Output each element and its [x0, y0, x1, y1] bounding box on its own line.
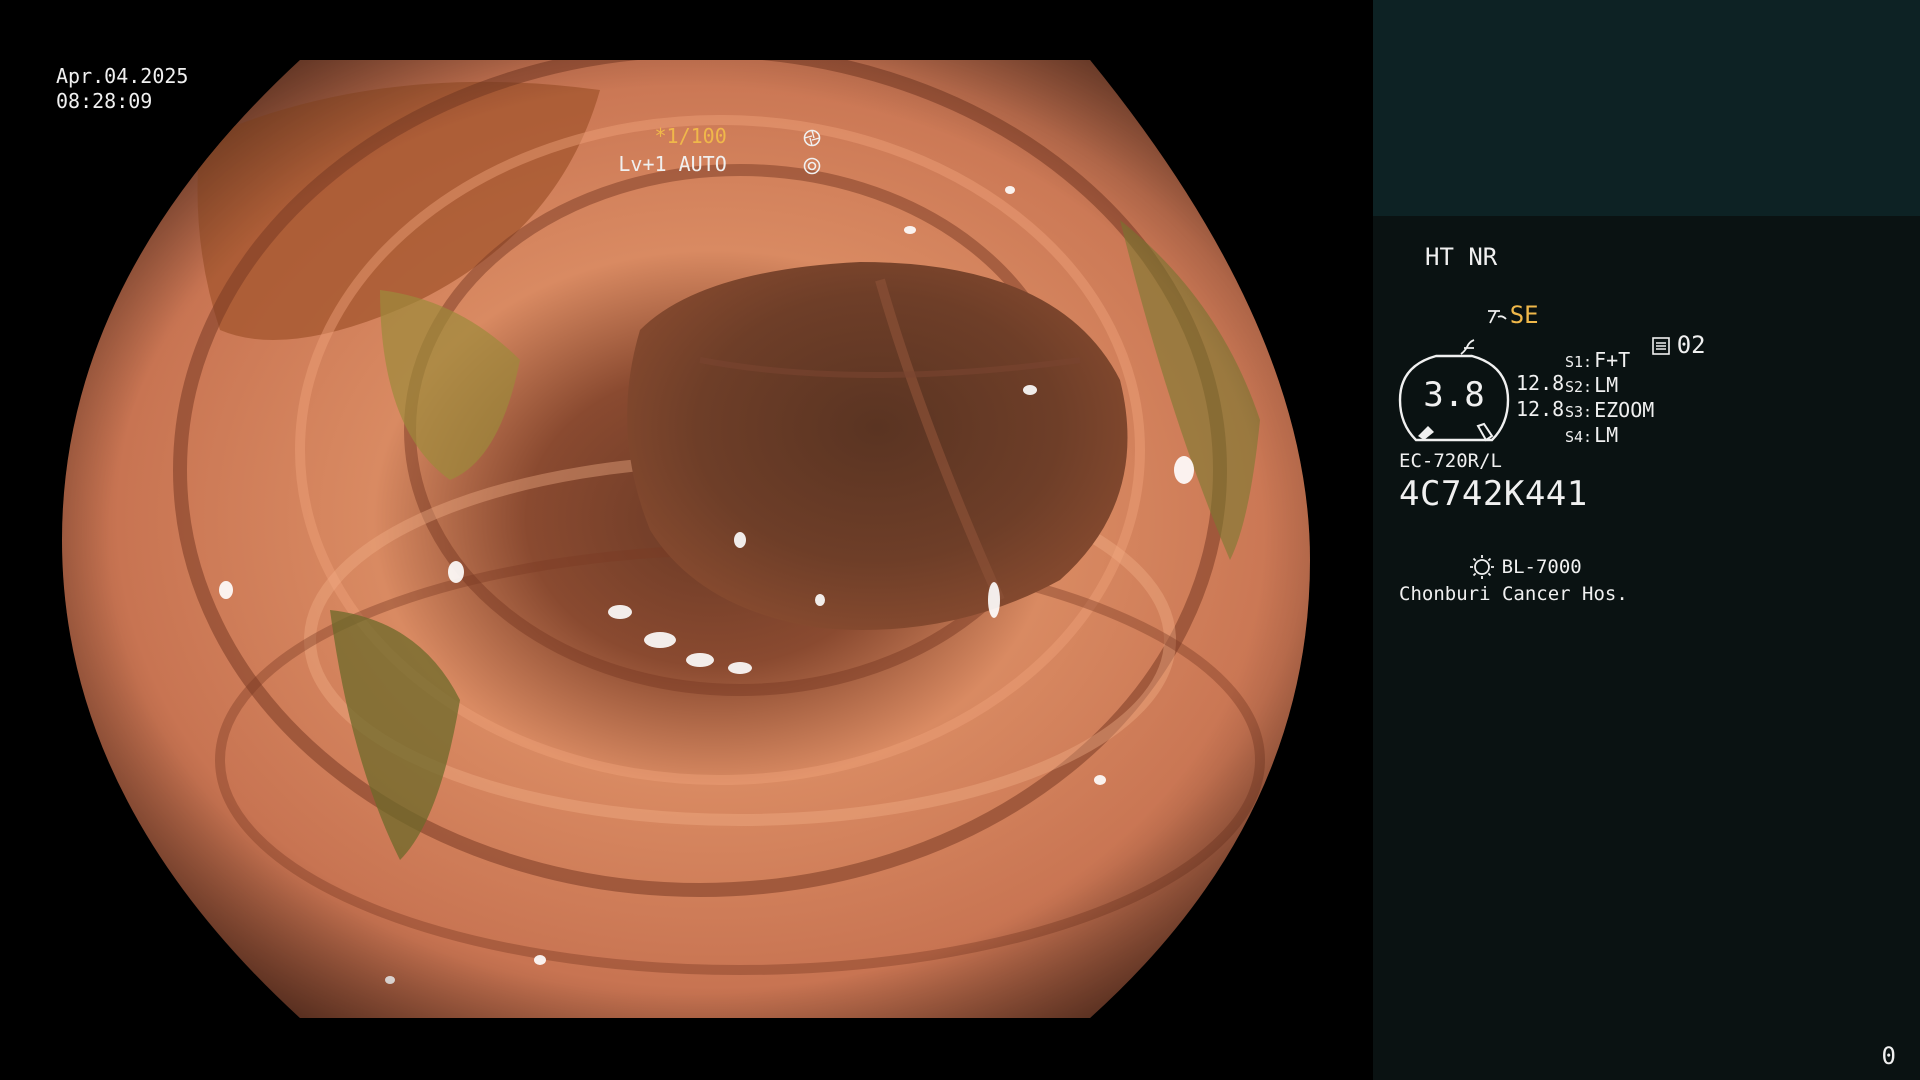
switch-s1-value: F+T [1594, 348, 1631, 372]
hospital-name: Chonburi Cancer Hos. [1399, 583, 1628, 605]
zoom-level: 02 [1676, 331, 1706, 359]
enhance-value-1: 12.8 [1516, 371, 1565, 395]
exam-date: Apr.04.2025 [56, 64, 189, 88]
switch-s4: S4: LM [1565, 423, 1618, 447]
switch-s3-key: S3: [1565, 403, 1593, 421]
iris-indicator: Lv+1 AUTO [618, 127, 821, 202]
endoscope-video-area: Apr.04.2025 08:28:09 *1/100 Lv+1 AUTO [0, 0, 1373, 1080]
frame-counter: 0 [1881, 1042, 1896, 1070]
iris-level: Lv+1 AUTO [618, 152, 727, 176]
info-panel: HT NR SE 02 3.8 12.8 12.8 S1: F+T S2: LM… [1373, 0, 1920, 1080]
switch-s3: S3: EZOOM [1565, 398, 1654, 422]
switch-s1-key: S1: [1565, 353, 1593, 371]
switch-s1: S1: F+T [1565, 348, 1630, 372]
light-source-model: BL-7000 [1501, 556, 1582, 578]
switch-s3-value: EZOOM [1594, 398, 1655, 422]
switch-s2: S2: LM [1565, 373, 1618, 397]
exam-time: 08:28:09 [56, 89, 153, 113]
structure-enhancement: SE [1509, 301, 1539, 329]
switch-s4-value: LM [1594, 423, 1619, 447]
iris-icon [731, 127, 821, 202]
enhance-value-2: 12.8 [1516, 397, 1565, 421]
scope-serial-number: 4C742K441 [1399, 474, 1588, 514]
switch-s2-key: S2: [1565, 378, 1593, 396]
gauge-value: 3.8 [1423, 375, 1485, 415]
processing-mode: HT NR [1425, 243, 1498, 271]
switch-s2-value: LM [1594, 373, 1619, 397]
info-panel-header [1373, 0, 1920, 216]
switch-s4-key: S4: [1565, 428, 1593, 446]
scope-model: EC-720R/L [1399, 450, 1502, 472]
